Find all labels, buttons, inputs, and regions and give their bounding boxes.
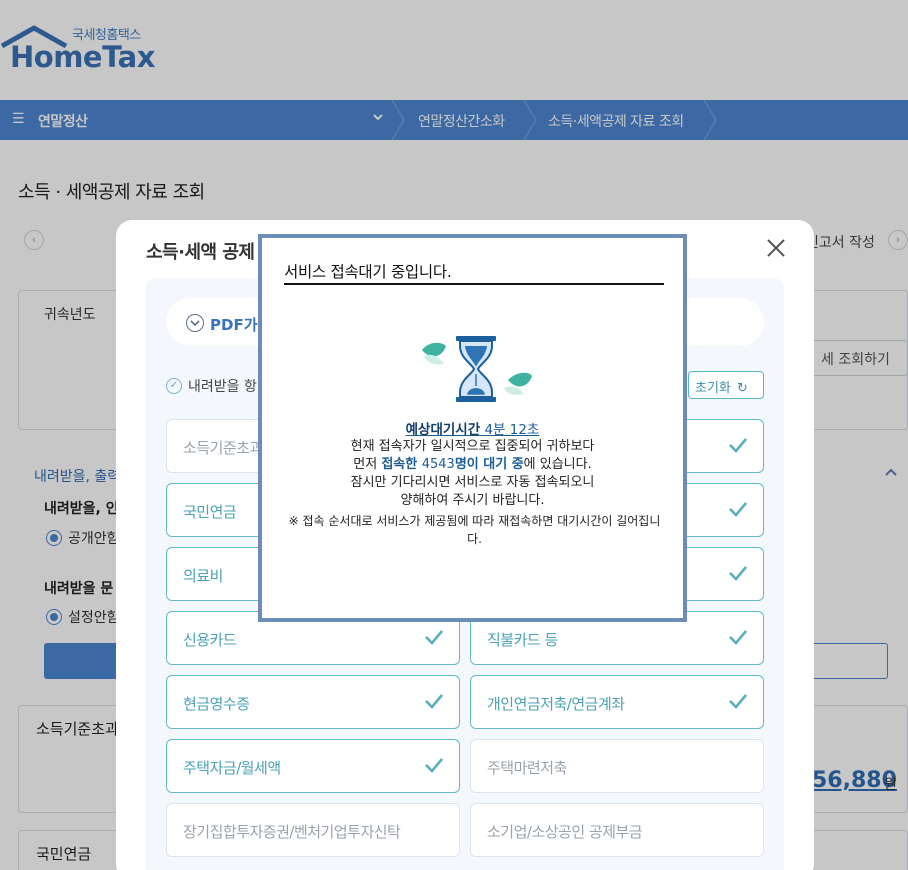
reset-button[interactable]: 초기화 ↻ bbox=[688, 371, 764, 399]
deduction-item-label: 신용카드 bbox=[183, 631, 237, 649]
wait-line-2-prefix: 먼저 bbox=[353, 457, 382, 472]
deduction-item-label: 국민연금 bbox=[183, 503, 237, 521]
checkmark-icon bbox=[729, 566, 747, 581]
checkmark-icon bbox=[729, 694, 747, 709]
deduction-item-label: 직불카드 등 bbox=[487, 631, 558, 649]
wait-line-2-suffix: 에 있습니다. bbox=[523, 457, 592, 472]
estimated-wait-time: 예상대기시간 4분 12초 bbox=[262, 418, 683, 438]
check-circle-icon[interactable]: ✓ bbox=[166, 378, 182, 394]
eta-value: 4분 12초 bbox=[484, 422, 540, 438]
wait-line-2-highlight-2: 명이 대기 중 bbox=[454, 457, 524, 472]
checkmark-icon bbox=[729, 502, 747, 517]
deduction-item[interactable]: 소기업/소상공인 공제부금 bbox=[470, 803, 764, 857]
wait-notice: ※ 접속 순서대로 서비스가 제공됨에 따라 재접속하면 대기시간이 길어집니다… bbox=[288, 514, 661, 546]
deduction-item[interactable]: 주택마련저축 bbox=[470, 739, 764, 793]
checkmark-icon bbox=[425, 694, 443, 709]
deduction-item-label: 주택자금/월세액 bbox=[183, 759, 281, 777]
chevron-down-circle-icon[interactable] bbox=[186, 314, 204, 332]
eta-prefix: 예상대기시간 bbox=[405, 422, 481, 438]
refresh-icon: ↻ bbox=[737, 381, 748, 396]
deduction-item-label: 현금영수증 bbox=[183, 695, 250, 713]
wait-message-line-3: 잠시만 기다리시면 서비스로 자동 접속되오니 bbox=[350, 475, 595, 490]
pdf-info-label: PDF가 bbox=[210, 316, 258, 334]
checkmark-icon bbox=[425, 758, 443, 773]
queue-count: 4543 bbox=[421, 457, 455, 472]
check-all-label: 내려받을 항 bbox=[188, 379, 257, 395]
checkmark-icon bbox=[729, 438, 747, 453]
wait-popup: 서비스 접속대기 중입니다. 예상대기시간 4분 12초 현재 접속자가 일시적… bbox=[258, 234, 687, 622]
close-icon[interactable] bbox=[764, 236, 788, 260]
deduction-item-label: 소득기준초과 bbox=[183, 439, 263, 457]
wait-line-2-highlight-1: 접속한 bbox=[381, 457, 422, 472]
selection-modal-title: 소득·세액 공제 bbox=[146, 242, 255, 263]
deduction-item-label: 주택마련저축 bbox=[487, 759, 567, 777]
deduction-item-label: 의료비 bbox=[183, 567, 223, 585]
deduction-item[interactable]: 개인연금저축/연금계좌 bbox=[470, 675, 764, 729]
deduction-item-label: 소기업/소상공인 공제부금 bbox=[487, 823, 643, 841]
wait-message-line-1: 현재 접속자가 일시적으로 집중되어 귀하보다 bbox=[350, 439, 595, 454]
deduction-item[interactable]: 주택자금/월세액 bbox=[166, 739, 460, 793]
wait-message-line-4: 양해하여 주시기 바랍니다. bbox=[400, 493, 545, 508]
checkmark-icon bbox=[729, 630, 747, 645]
check-all-toggle[interactable]: ✓ 내려받을 항 bbox=[166, 376, 257, 396]
checkmark-icon bbox=[425, 630, 443, 645]
hourglass-icon bbox=[422, 336, 532, 402]
reset-button-label: 초기화 bbox=[695, 381, 731, 396]
deduction-item[interactable]: 장기집합투자증권/벤처기업투자신탁 bbox=[166, 803, 460, 857]
wait-popup-title: 서비스 접속대기 중입니다. bbox=[284, 260, 664, 285]
deduction-item-label: 장기집합투자증권/벤처기업투자신탁 bbox=[183, 823, 401, 841]
deduction-item[interactable]: 현금영수증 bbox=[166, 675, 460, 729]
deduction-item-label: 개인연금저축/연금계좌 bbox=[487, 695, 625, 713]
wait-message-line-2: 먼저 접속한 4543명이 대기 중에 있습니다. bbox=[262, 456, 683, 474]
